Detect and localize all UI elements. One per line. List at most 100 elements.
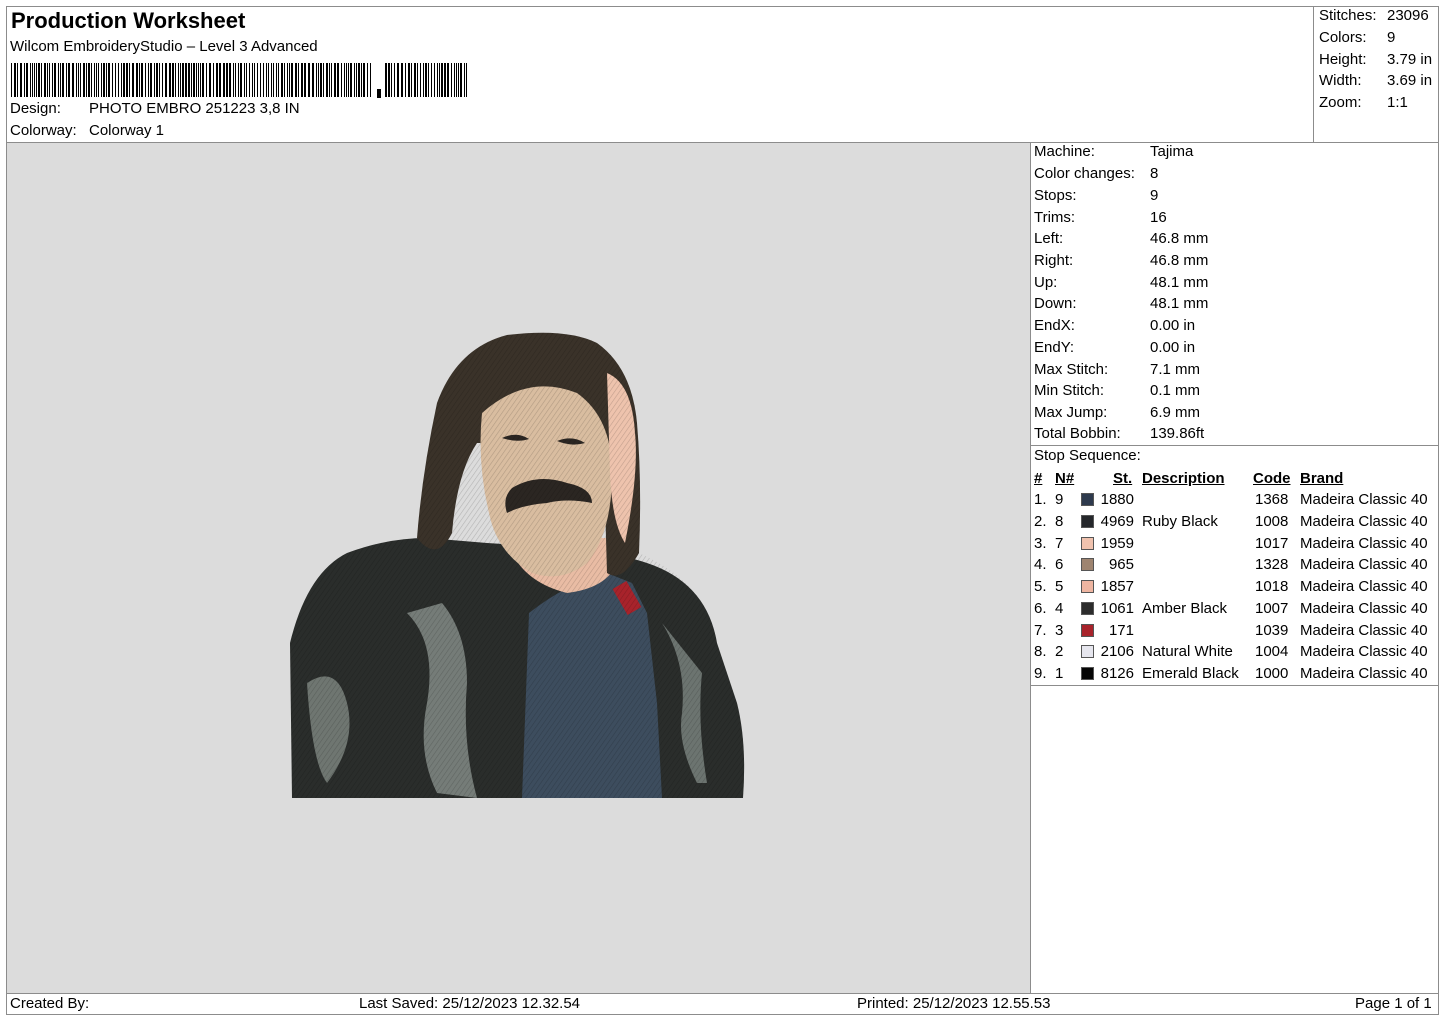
stat-value: 9 (1387, 29, 1396, 46)
info-value: Tajima (1150, 143, 1194, 160)
info-row: EndY: 0.00 in (1034, 339, 1434, 359)
printed-date: Printed: 25/12/2023 12.55.53 (857, 995, 1051, 1012)
thread-brand: Madeira Classic 40 (1300, 491, 1428, 508)
info-value: 48.1 mm (1150, 274, 1209, 291)
thread-brand: Madeira Classic 40 (1300, 578, 1428, 595)
info-row: Down: 48.1 mm (1034, 295, 1434, 315)
needle-number: 5 (1055, 578, 1064, 595)
last-saved: Last Saved: 25/12/2023 12.32.54 (359, 995, 581, 1012)
stitch-count: 1880 (1100, 491, 1134, 508)
stat-value: 3.69 in (1387, 72, 1433, 89)
row-number: 6. (1034, 600, 1047, 617)
needle-number: 1 (1055, 665, 1064, 682)
thread-description: Amber Black (1142, 600, 1228, 617)
thread-code: 1007 (1255, 600, 1289, 617)
design-stats: Stitches: 23096 Colors: 9 Height: 3.79 i… (1313, 6, 1439, 142)
info-value: 7.1 mm (1150, 361, 1201, 378)
stat-value: 1:1 (1387, 94, 1408, 111)
thread-brand: Madeira Classic 40 (1300, 622, 1428, 639)
thread-code: 1328 (1255, 556, 1289, 573)
needle-number: 3 (1055, 622, 1064, 639)
needle-number: 9 (1055, 491, 1064, 508)
stat-stitches: Stitches: 23096 (1319, 7, 1439, 27)
embroidery-portrait (290, 332, 745, 798)
needle-number: 4 (1055, 600, 1064, 617)
info-label: Max Stitch: (1034, 361, 1109, 378)
col-description: Description (1142, 470, 1225, 487)
thread-brand: Madeira Classic 40 (1300, 556, 1428, 573)
info-label: Stops: (1034, 187, 1077, 204)
info-row: Max Stitch: 7.1 mm (1034, 361, 1434, 381)
thread-brand: Madeira Classic 40 (1300, 513, 1428, 530)
info-value: 0.00 in (1150, 339, 1196, 356)
stitch-count: 1857 (1100, 578, 1134, 595)
color-swatch (1081, 558, 1094, 571)
stat-label: Height: (1319, 51, 1367, 68)
row-number: 9. (1034, 665, 1047, 682)
stat-colors: Colors: 9 (1319, 29, 1439, 49)
info-label: Total Bobbin: (1034, 425, 1121, 442)
design-label: Design: (10, 100, 61, 117)
info-value: 8 (1150, 165, 1159, 182)
info-row: Stops: 9 (1034, 187, 1434, 207)
color-swatch (1081, 580, 1094, 593)
thread-code: 1039 (1255, 622, 1289, 639)
footer-divider (6, 993, 1439, 994)
created-by: Created By: (10, 995, 90, 1012)
stop-sequence-title: Stop Sequence: (1034, 447, 1141, 464)
row-number: 2. (1034, 513, 1047, 530)
col-code: Code (1253, 470, 1291, 487)
info-label: Min Stitch: (1034, 382, 1105, 399)
row-number: 5. (1034, 578, 1047, 595)
stitch-count: 8126 (1100, 665, 1134, 682)
page-title: Production Worksheet (11, 8, 246, 33)
info-label: Max Jump: (1034, 404, 1108, 421)
stitch-count: 4969 (1100, 513, 1134, 530)
col-num: # (1034, 470, 1043, 487)
info-value: 16 (1150, 209, 1167, 226)
info-row: Max Jump: 6.9 mm (1034, 404, 1434, 424)
row-number: 7. (1034, 622, 1047, 639)
info-value: 9 (1150, 187, 1159, 204)
info-label: EndX: (1034, 317, 1075, 334)
stat-label: Colors: (1319, 29, 1367, 46)
colorway-row: Colorway: Colorway 1 (10, 122, 410, 142)
info-value: 0.00 in (1150, 317, 1196, 334)
color-swatch (1081, 645, 1094, 658)
stitch-count: 1061 (1100, 600, 1134, 617)
worksheet-header: Production Worksheet Wilcom EmbroiderySt… (6, 6, 1314, 142)
info-divider (1030, 445, 1439, 446)
thread-description: Ruby Black (1142, 513, 1218, 530)
stat-label: Width: (1319, 72, 1362, 89)
thread-code: 1018 (1255, 578, 1289, 595)
stat-value: 23096 (1387, 7, 1429, 24)
color-swatch (1081, 515, 1094, 528)
thread-brand: Madeira Classic 40 (1300, 643, 1428, 660)
color-swatch (1081, 624, 1094, 637)
stat-label: Zoom: (1319, 94, 1362, 111)
color-swatch (1081, 493, 1094, 506)
info-row: Up: 48.1 mm (1034, 274, 1434, 294)
thread-description: Emerald Black (1142, 665, 1239, 682)
needle-number: 7 (1055, 535, 1064, 552)
info-label: Machine: (1034, 143, 1095, 160)
info-row: EndX: 0.00 in (1034, 317, 1434, 337)
info-label: Color changes: (1034, 165, 1135, 182)
stitch-count: 2106 (1100, 643, 1134, 660)
info-row: Right: 46.8 mm (1034, 252, 1434, 272)
thread-description: Natural White (1142, 643, 1233, 660)
thread-code: 1008 (1255, 513, 1289, 530)
needle-number: 2 (1055, 643, 1064, 660)
row-number: 3. (1034, 535, 1047, 552)
info-label: Trims: (1034, 209, 1076, 226)
info-row: Trims: 16 (1034, 209, 1434, 229)
color-swatch (1081, 537, 1094, 550)
thread-brand: Madeira Classic 40 (1300, 665, 1428, 682)
info-row: Left: 46.8 mm (1034, 230, 1434, 250)
stitch-count: 1959 (1100, 535, 1134, 552)
color-swatch (1081, 602, 1094, 615)
needle-number: 6 (1055, 556, 1064, 573)
colorway-label: Colorway: (10, 122, 77, 139)
stat-value: 3.79 in (1387, 51, 1433, 68)
info-value: 0.1 mm (1150, 382, 1201, 399)
